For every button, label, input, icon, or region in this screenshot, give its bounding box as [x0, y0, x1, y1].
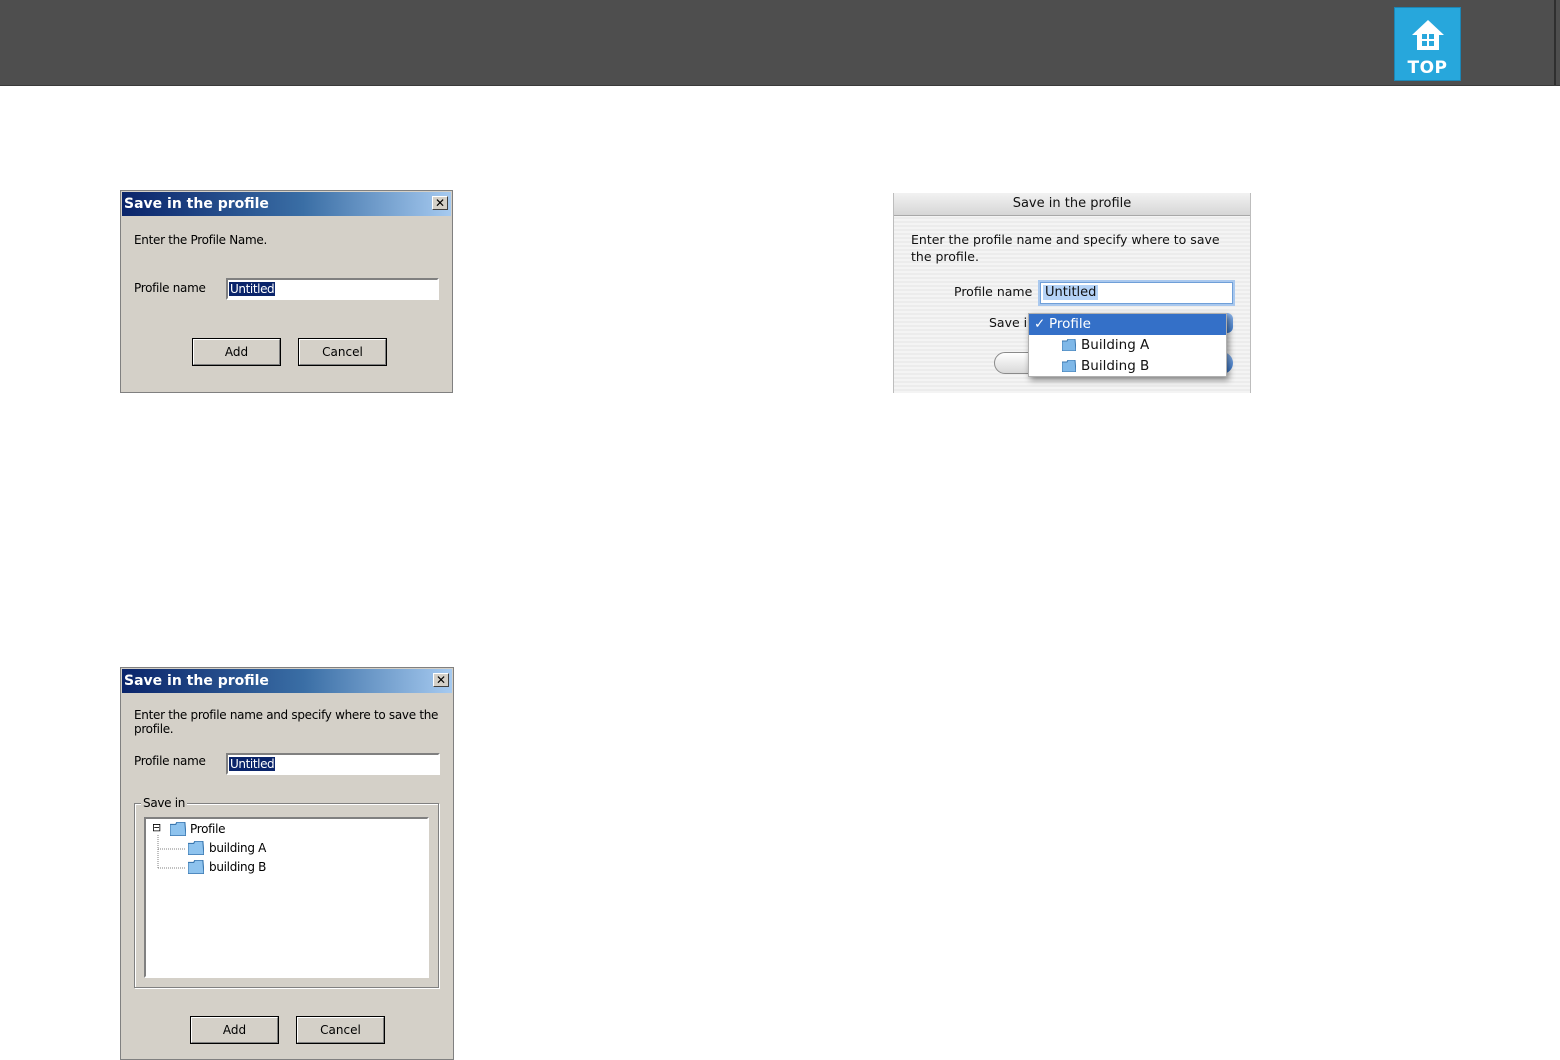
header-banner: TOP — [0, 0, 1560, 86]
save-profile-dialog-simple: Save in the profile ✕ Enter the Profile … — [120, 190, 453, 393]
top-label: TOP — [1407, 58, 1448, 78]
cancel-button-label: Cancel — [320, 1023, 361, 1037]
profile-name-label: Profile name — [134, 754, 206, 768]
folder-icon — [188, 841, 204, 855]
close-icon[interactable]: ✕ — [433, 673, 449, 687]
tree-item-profile[interactable]: Profile — [190, 822, 226, 836]
dialog-title: Save in the profile — [124, 673, 269, 689]
folder-icon — [188, 860, 204, 874]
mac-prompt-line2: the profile. — [911, 249, 979, 264]
check-icon: ✓ — [1034, 316, 1046, 332]
add-button-label: Add — [224, 345, 249, 359]
tree-item-building-b[interactable]: building B — [209, 860, 266, 874]
add-button[interactable]: Add — [190, 1016, 279, 1044]
mac-profile-name-value: Untitled — [1043, 285, 1099, 300]
folder-tree[interactable]: ⊟ Profile building A building B — [144, 817, 429, 978]
profile-name-label: Profile name — [134, 281, 206, 295]
save-profile-dialog-mac: Save in the profile Enter the profile na… — [893, 193, 1251, 393]
dialog-prompt: Enter the profile name and specify where… — [134, 708, 439, 736]
tree-item-building-a[interactable]: building A — [209, 841, 266, 855]
folder-icon — [1062, 339, 1076, 351]
cancel-button-label: Cancel — [322, 345, 363, 359]
profile-name-input[interactable]: Untitled — [226, 753, 440, 775]
dialog-title-bar[interactable]: Save in the profile ✕ — [122, 192, 451, 216]
cancel-button[interactable]: Cancel — [296, 1016, 385, 1044]
mac-dialog-title: Save in the profile — [1012, 196, 1132, 211]
save-in-popup-menu: ✓ Profile Building A Building B — [1028, 313, 1227, 377]
add-button[interactable]: Add — [192, 338, 281, 366]
menu-item-label: Building B — [1081, 358, 1150, 374]
save-in-label: Save in — [141, 796, 188, 810]
dialog-title: Save in the profile — [124, 196, 269, 212]
close-icon[interactable]: ✕ — [432, 196, 448, 210]
profile-name-input[interactable]: Untitled — [226, 278, 439, 300]
menu-item-building-b[interactable]: Building B — [1029, 356, 1226, 377]
home-icon — [1412, 20, 1444, 50]
mac-profile-name-label: Profile name — [954, 284, 1033, 299]
add-button-label: Add — [222, 1023, 247, 1037]
banner-edge — [1554, 0, 1556, 85]
cancel-button[interactable]: Cancel — [298, 338, 387, 366]
menu-item-label: Profile — [1049, 316, 1091, 332]
save-profile-dialog-tree: Save in the profile ✕ Enter the profile … — [120, 667, 454, 1060]
mac-prompt-line1: Enter the profile name and specify where… — [911, 232, 1220, 247]
menu-item-profile[interactable]: ✓ Profile — [1029, 314, 1226, 335]
top-button[interactable]: TOP — [1394, 7, 1461, 81]
folder-icon — [170, 822, 186, 836]
mac-title-bar[interactable]: Save in the profile — [894, 193, 1250, 216]
save-in-group: Save in ⊟ Profile building A building B — [134, 796, 439, 988]
profile-name-value: Untitled — [229, 757, 276, 771]
profile-name-value: Untitled — [229, 282, 276, 296]
dialog-prompt: Enter the Profile Name. — [134, 233, 267, 247]
menu-item-building-a[interactable]: Building A — [1029, 335, 1226, 356]
mac-profile-name-input[interactable]: Untitled — [1040, 282, 1233, 304]
tree-expand-icon[interactable]: ⊟ — [152, 821, 161, 834]
dialog-title-bar[interactable]: Save in the profile ✕ — [122, 669, 452, 693]
folder-icon — [1062, 360, 1076, 372]
menu-item-label: Building A — [1081, 337, 1150, 353]
